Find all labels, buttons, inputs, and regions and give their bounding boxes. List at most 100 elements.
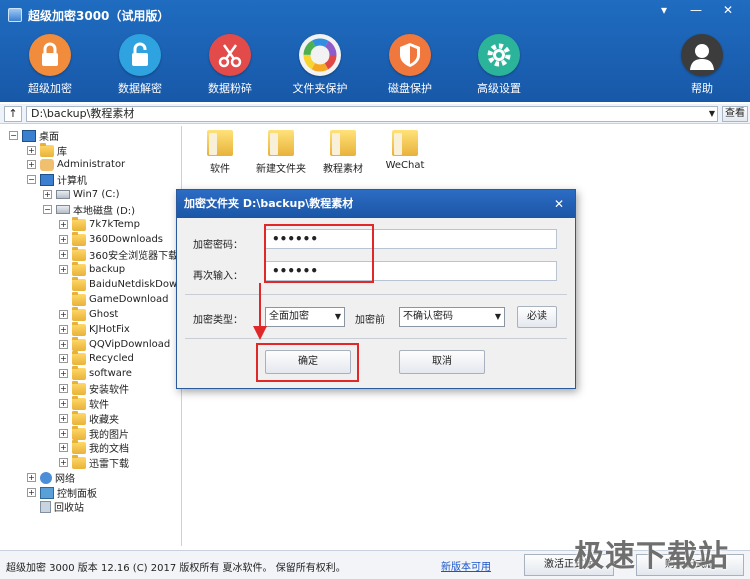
decrypt-button[interactable]: 数据解密 (100, 34, 180, 96)
tree-item-desktop[interactable]: − 桌面 (9, 128, 59, 143)
folder-icon (72, 321, 86, 336)
tree-item-folder[interactable]: + 我的文档 (59, 439, 129, 455)
expand-icon[interactable]: + (59, 443, 68, 452)
tree-item-label: 收藏夹 (89, 415, 119, 426)
folder-icon (72, 261, 86, 276)
tree-item-recycle-bin[interactable]: 回收站 (27, 499, 84, 514)
tree-item-folder[interactable]: + 我的图片 (59, 425, 129, 441)
tree-item-folder[interactable]: + software (59, 365, 132, 381)
network-icon (40, 471, 52, 484)
before-encrypt-select[interactable]: 不确认密码 ▼ (399, 307, 505, 327)
help-button[interactable]: 帮助 (662, 34, 742, 96)
password-highlight-box (264, 224, 374, 283)
disk-protect-button[interactable]: 磁盘保护 (370, 34, 450, 96)
tree-item-folder[interactable]: + 360Downloads (59, 231, 164, 247)
collapse-icon[interactable]: − (27, 175, 36, 184)
expand-icon[interactable]: + (59, 354, 68, 363)
tree-item-folder[interactable]: + KJHotFix (59, 321, 130, 337)
window-title: 超级加密3000（试用版） (28, 8, 170, 23)
tree-item-control-panel[interactable]: + 控制面板 (27, 485, 97, 500)
expand-icon[interactable]: + (59, 458, 68, 467)
collapse-icon[interactable]: − (43, 205, 52, 214)
encryption-type-label: 加密类型： (193, 315, 243, 326)
tree-item-favorites[interactable]: + 收藏夹 (59, 410, 119, 426)
expand-icon[interactable]: + (59, 235, 68, 244)
site-watermark: 极速下载站 (574, 539, 729, 574)
tree-item-folder[interactable]: BaiduNetdiskDownlo (59, 276, 181, 292)
menu-dropdown-icon[interactable]: ▾ (652, 2, 676, 18)
expand-icon[interactable]: + (59, 399, 68, 408)
tree-item-folder[interactable]: GameDownload (59, 291, 168, 307)
tree-item-label: 控制面板 (57, 489, 97, 500)
password-label: 加密密码： (193, 240, 243, 251)
expand-icon[interactable]: + (59, 369, 68, 378)
file-item[interactable]: 软件 (188, 126, 252, 175)
path-dropdown-icon[interactable]: ▼ (706, 107, 718, 121)
tree-item-label: 360Downloads (89, 234, 164, 245)
expand-icon[interactable]: + (59, 310, 68, 319)
tree-item-label: backup (89, 264, 126, 275)
encrypt-button[interactable]: 超级加密 (10, 34, 90, 96)
tree-item-library[interactable]: + 库 (27, 142, 67, 158)
help-button-label: 帮助 (691, 82, 713, 95)
tree-item-folder[interactable]: + 360安全浏览器下载 (59, 246, 178, 262)
file-item[interactable]: WeChat (373, 126, 437, 171)
computer-icon (40, 173, 54, 186)
tree-item-folder[interactable]: + Ghost (59, 306, 118, 322)
path-input[interactable]: D:\backup\教程素材 (26, 106, 718, 122)
shred-button[interactable]: 数据粉碎 (190, 34, 270, 96)
file-item[interactable]: 教程素材 (311, 126, 375, 175)
cancel-button[interactable]: 取消 (399, 350, 485, 374)
app-header: 超级加密3000（试用版） ▾ — ✕ 超级加密 数据解密 数据粉碎 文件夹保护… (0, 0, 750, 102)
must-read-button[interactable]: 必读 (517, 306, 557, 328)
color-wheel-icon (299, 34, 341, 76)
expand-icon[interactable]: + (59, 325, 68, 334)
tree-item-folder[interactable]: + 7k7kTemp (59, 216, 140, 232)
tree-item-label: KJHotFix (89, 324, 130, 335)
expand-icon[interactable]: + (43, 190, 52, 199)
tree-item-folder[interactable]: + 安装软件 (59, 380, 129, 396)
tree-item-folder[interactable]: + QQVipDownload (59, 336, 170, 352)
tree-item-drive-d[interactable]: − 本地磁盘 (D:) (43, 202, 135, 217)
tree-item-label: 7k7kTemp (89, 219, 140, 230)
expand-icon[interactable]: + (59, 265, 68, 274)
tree-item-folder[interactable]: + backup (59, 261, 126, 277)
expand-icon[interactable]: + (27, 488, 36, 497)
tree-item-label: 回收站 (54, 503, 84, 514)
expand-icon[interactable]: + (59, 340, 68, 349)
collapse-icon[interactable]: − (9, 131, 18, 140)
close-icon[interactable]: ✕ (716, 2, 740, 18)
tree-item-folder[interactable]: + 软件 (59, 395, 109, 411)
file-label: WeChat (385, 160, 425, 171)
close-icon[interactable]: ✕ (551, 196, 567, 212)
ok-highlight-box (256, 343, 359, 382)
folder-icon (72, 395, 86, 410)
up-arrow-icon[interactable]: ↑ (4, 106, 22, 122)
expand-icon[interactable]: + (59, 414, 68, 423)
tree-item-administrator[interactable]: + Administrator (27, 157, 125, 172)
new-version-link[interactable]: 新版本可用 (441, 558, 491, 573)
expand-icon[interactable]: + (27, 473, 36, 482)
file-item[interactable]: 新建文件夹 (249, 126, 313, 175)
expand-icon[interactable]: + (59, 250, 68, 259)
minimize-icon[interactable]: — (684, 2, 708, 18)
tree-item-folder[interactable]: + 迅雷下载 (59, 454, 129, 470)
app-logo-icon (8, 8, 22, 22)
scissors-icon (209, 34, 251, 76)
tree-item-drive-c[interactable]: + Win7 (C:) (43, 187, 119, 202)
advanced-settings-button[interactable]: 高级设置 (459, 34, 539, 96)
view-button[interactable]: 查看 (722, 106, 748, 122)
folder-icon (72, 306, 86, 321)
folder-icon (72, 291, 86, 306)
expand-icon[interactable]: + (59, 429, 68, 438)
expand-icon[interactable]: + (27, 160, 36, 169)
expand-icon[interactable]: + (59, 220, 68, 229)
encryption-type-select[interactable]: 全面加密 ▼ (265, 307, 345, 327)
expand-icon[interactable]: + (27, 146, 36, 155)
folder-protect-button[interactable]: 文件夹保护 (280, 34, 360, 96)
tree-item-network[interactable]: + 网络 (27, 470, 75, 485)
tree-item-folder[interactable]: + Recycled (59, 350, 134, 366)
tree-item-computer[interactable]: − 计算机 (27, 172, 87, 187)
expand-icon[interactable]: + (59, 384, 68, 393)
divider (185, 294, 567, 295)
